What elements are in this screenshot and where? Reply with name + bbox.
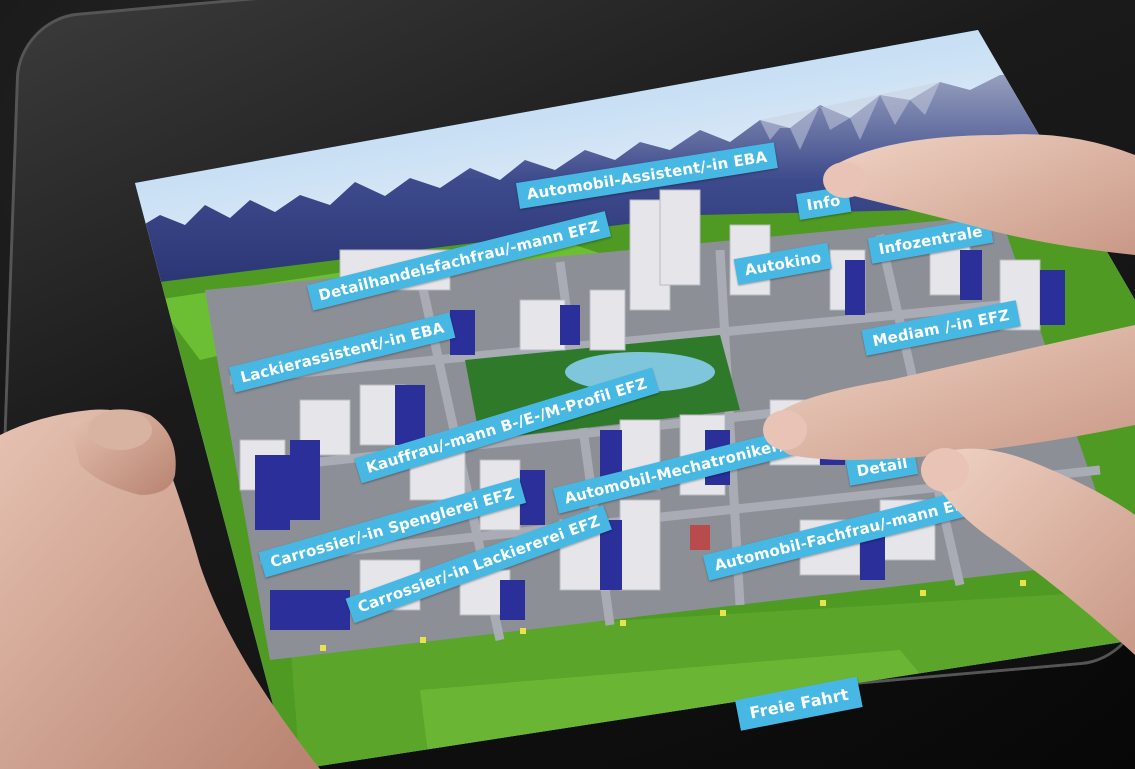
photo-scene: Automobil-Assistent/-in EBA Info Detailh…	[0, 0, 1135, 769]
right-hand	[763, 134, 1135, 655]
left-hand	[0, 409, 320, 769]
